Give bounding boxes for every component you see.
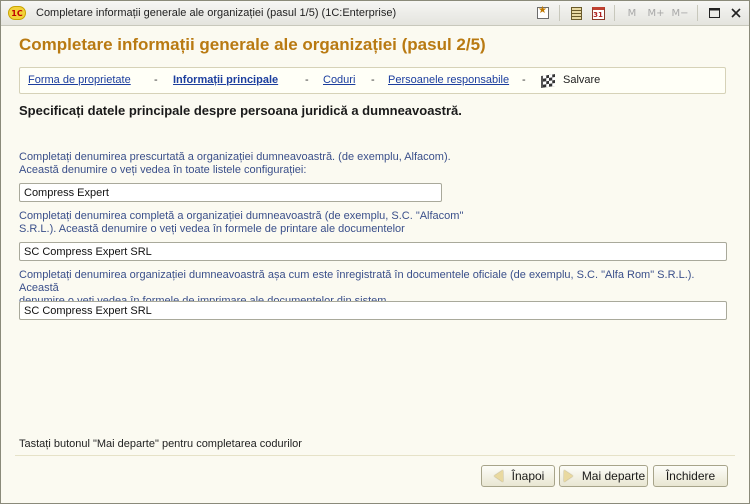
arrow-left-icon bbox=[492, 469, 506, 483]
finish-flag-icon bbox=[541, 74, 555, 88]
close-window-button[interactable] bbox=[727, 4, 745, 22]
step-separator: - bbox=[522, 74, 526, 86]
short-name-label: Completați denumirea prescurtată a organ… bbox=[19, 151, 731, 177]
calculator-button[interactable] bbox=[567, 4, 585, 22]
step-separator: - bbox=[371, 74, 375, 86]
step-coduri[interactable]: Coduri bbox=[323, 74, 355, 86]
steps-navigation: Forma de proprietate - Informații princi… bbox=[19, 67, 726, 94]
step-separator: - bbox=[305, 74, 309, 86]
footer-divider bbox=[15, 455, 735, 456]
short-name-input[interactable] bbox=[19, 183, 442, 202]
step-persoanele-responsabile[interactable]: Persoanele responsabile bbox=[388, 74, 509, 86]
title-bar-tools: 31 M M+ M− bbox=[534, 4, 745, 22]
full-name-label: Completați denumirea completă a organiza… bbox=[19, 210, 731, 236]
calendar-button[interactable]: 31 bbox=[589, 4, 607, 22]
memory-button[interactable]: M bbox=[622, 4, 642, 22]
toolbar-divider bbox=[697, 5, 698, 21]
memory-plus-button[interactable]: M+ bbox=[646, 4, 666, 22]
maximize-icon bbox=[708, 8, 720, 18]
full-name-label-line2: S.R.L.). Această denumire o veți vedea î… bbox=[19, 223, 405, 235]
toolbar-divider bbox=[614, 5, 615, 21]
star-icon bbox=[537, 5, 549, 19]
instruction-text: Specificați datele principale despre per… bbox=[19, 103, 462, 118]
next-button[interactable]: Mai departe bbox=[559, 465, 648, 487]
step-salvare: Salvare bbox=[563, 74, 601, 86]
arrow-right-icon bbox=[562, 469, 576, 483]
short-name-label-line2: Această denumire o veți vedea în toate l… bbox=[19, 164, 307, 176]
next-button-label: Mai departe bbox=[581, 469, 646, 483]
official-name-input[interactable] bbox=[19, 301, 727, 320]
favorites-button[interactable] bbox=[534, 4, 552, 22]
memory-minus-button[interactable]: M− bbox=[670, 4, 690, 22]
calculator-icon bbox=[570, 6, 582, 20]
app-logo-icon: 1C bbox=[8, 6, 26, 20]
close-button[interactable]: Închidere bbox=[653, 465, 728, 487]
back-button[interactable]: Înapoi bbox=[481, 465, 555, 487]
calendar-icon: 31 bbox=[591, 6, 605, 20]
toolbar-divider bbox=[559, 5, 560, 21]
maximize-button[interactable] bbox=[705, 4, 723, 22]
step-forma-de-proprietate[interactable]: Forma de proprietate bbox=[28, 74, 131, 86]
full-name-label-line1: Completați denumirea completă a organiza… bbox=[19, 210, 464, 222]
short-name-label-line1: Completați denumirea prescurtată a organ… bbox=[19, 151, 451, 163]
step-informatii-principale[interactable]: Informații principale bbox=[173, 74, 278, 86]
wizard-window: 1C Completare informații generale ale or… bbox=[0, 0, 750, 504]
step-separator: - bbox=[154, 74, 158, 86]
close-button-label: Închidere bbox=[665, 469, 716, 483]
page-title: Completare informații generale ale organ… bbox=[19, 35, 486, 54]
close-icon bbox=[731, 8, 741, 18]
footer-hint: Tastați butonul "Mai departe" pentru com… bbox=[19, 438, 302, 450]
back-button-label: Înapoi bbox=[511, 469, 545, 483]
full-name-input[interactable] bbox=[19, 242, 727, 261]
window-title: Completare informații generale ale organ… bbox=[36, 7, 397, 19]
title-bar: 1C Completare informații generale ale or… bbox=[1, 1, 749, 26]
official-name-label-line1: Completați denumirea organizației dumnea… bbox=[19, 269, 695, 294]
